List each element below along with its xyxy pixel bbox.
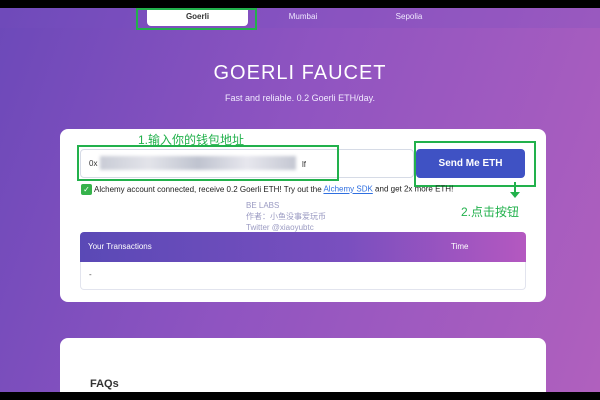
faucet-page: Goerli Mumbai Sepolia GOERLI FAUCET Fast… <box>0 8 600 392</box>
faq-title: FAQs <box>90 378 119 390</box>
notice-text: Alchemy account connected, receive 0.2 G… <box>94 185 322 194</box>
col-your-transactions: Your Transactions <box>88 242 152 251</box>
annotation-step1: 1.输入你的钱包地址 <box>138 133 245 147</box>
tab-sepolia[interactable]: Sepolia <box>378 8 440 26</box>
notice-suffix: and get 2x more ETH! <box>375 184 454 194</box>
check-icon[interactable]: ✓ <box>81 184 92 195</box>
annotation-arrow-head-icon <box>510 192 520 198</box>
network-tabbar: Goerli Mumbai Sepolia <box>0 8 600 28</box>
watermark-line1: BE LABS <box>246 201 280 210</box>
annotation-box-button <box>414 141 536 187</box>
alchemy-sdk-link[interactable]: Alchemy SDK <box>323 185 372 194</box>
annotation-step2: 2.点击按钮 <box>461 205 520 219</box>
col-time: Time <box>451 242 469 251</box>
annotation-box-input <box>77 145 339 181</box>
watermark-line2: 作者：小鱼没事爱玩币 <box>246 212 326 221</box>
page-title: GOERLI FAUCET <box>213 62 387 84</box>
faq-card: FAQs <box>60 338 546 392</box>
transactions-empty-value: - <box>89 270 92 279</box>
transactions-body: - <box>80 262 526 290</box>
page-subtitle: Fast and reliable. 0.2 Goerli ETH/day. <box>225 93 375 103</box>
alchemy-notice: ✓ Alchemy account connected, receive 0.2 … <box>81 184 453 196</box>
transactions-header: Your Transactions Time <box>80 232 526 262</box>
annotation-box-tab <box>136 8 257 30</box>
watermark: BE LABS 作者：小鱼没事爱玩币 Twitter @xiaoyubtc <box>246 200 326 233</box>
tab-mumbai[interactable]: Mumbai <box>272 8 334 26</box>
